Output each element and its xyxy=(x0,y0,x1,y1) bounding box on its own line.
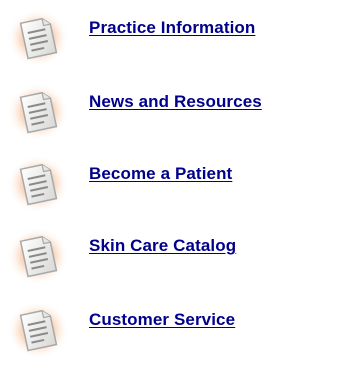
menu-item-customer-service: Customer Service xyxy=(0,292,352,362)
menu-item-become-a-patient: Become a Patient xyxy=(0,146,352,216)
document-icon[interactable] xyxy=(2,146,72,216)
customer-service-link[interactable]: Customer Service xyxy=(89,310,235,330)
navigation-menu: Practice Information News and Resources … xyxy=(0,0,352,365)
menu-item-practice-information: Practice Information xyxy=(0,0,352,70)
skin-care-catalog-link[interactable]: Skin Care Catalog xyxy=(89,236,236,256)
document-icon[interactable] xyxy=(2,74,72,144)
document-icon[interactable] xyxy=(2,292,72,362)
document-icon[interactable] xyxy=(2,218,72,288)
document-icon[interactable] xyxy=(2,0,72,70)
news-and-resources-link[interactable]: News and Resources xyxy=(89,92,262,112)
practice-information-link[interactable]: Practice Information xyxy=(89,18,255,38)
menu-item-news-and-resources: News and Resources xyxy=(0,74,352,144)
become-a-patient-link[interactable]: Become a Patient xyxy=(89,164,232,184)
menu-item-skin-care-catalog: Skin Care Catalog xyxy=(0,218,352,288)
